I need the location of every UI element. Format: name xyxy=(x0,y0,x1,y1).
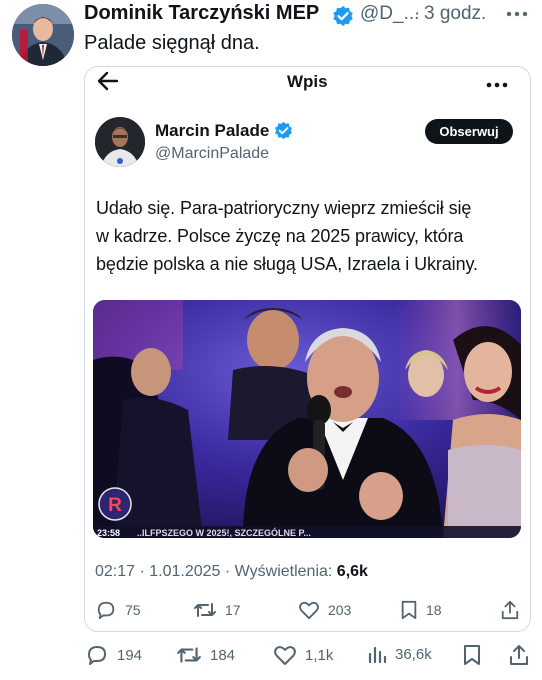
outer-timestamp[interactable]: 3 godz. xyxy=(424,3,486,25)
outer-author-handle[interactable]: @D_... xyxy=(360,3,419,25)
embed-post-meta: 02:17 · 1.01.2025 · Wyświetlenia: 6,6k xyxy=(95,563,368,581)
embed-reply-button[interactable]: 75 xyxy=(95,600,141,620)
embed-repost-button[interactable]: 17 xyxy=(193,600,241,620)
repost-count: 17 xyxy=(225,602,241,618)
views-count: 36,6k xyxy=(395,645,432,663)
share-button[interactable] xyxy=(508,644,530,666)
like-count: 1,1k xyxy=(305,646,334,664)
follow-button[interactable]: Obserwuj xyxy=(425,119,513,144)
embed-like-button[interactable]: 203 xyxy=(298,600,351,620)
embed-bookmark-button[interactable]: 18 xyxy=(400,600,442,620)
embed-text-line: będzie polska a nie sługą USA, Izraela i… xyxy=(96,254,478,274)
embed-header-title: Wpis xyxy=(287,72,328,91)
repost-count: 184 xyxy=(210,646,236,664)
back-arrow-icon[interactable] xyxy=(96,70,120,97)
embed-author-avatar[interactable] xyxy=(95,117,145,167)
outer-author-avatar[interactable] xyxy=(12,4,74,66)
like-icon xyxy=(274,646,296,665)
outer-tweet-text: Palade sięgnął dna. xyxy=(84,32,260,54)
views-label: Wyświetlenia: xyxy=(234,563,333,580)
verified-badge-icon xyxy=(332,5,354,32)
reply-button[interactable]: 194 xyxy=(85,644,142,666)
clock-text: 23:58 xyxy=(97,528,120,538)
like-button[interactable]: 1,1k xyxy=(273,644,333,666)
share-icon xyxy=(501,600,519,620)
ticker-text: ..ILFPSZEGO W 2025!, SZCZEGÓLNE P... xyxy=(137,527,311,538)
verified-badge-icon xyxy=(274,121,293,145)
repost-button[interactable]: 184 xyxy=(176,644,235,666)
bookmark-button[interactable] xyxy=(462,644,482,666)
reply-icon xyxy=(97,601,115,620)
embed-more-icon[interactable] xyxy=(486,76,508,94)
separator-dot: · xyxy=(414,3,421,24)
embed-datetime[interactable]: 02:17 · 1.01.2025 · xyxy=(95,563,230,580)
outer-author-name[interactable]: Dominik Tarczyński MEP xyxy=(84,2,319,25)
repost-icon xyxy=(194,603,216,617)
reply-icon xyxy=(88,646,106,665)
bookmark-count: 18 xyxy=(426,602,442,618)
reply-count: 75 xyxy=(125,602,141,618)
like-count: 203 xyxy=(328,602,352,618)
bookmark-icon xyxy=(464,645,480,665)
views-button[interactable]: 36,6k xyxy=(367,644,432,664)
like-icon xyxy=(299,601,319,620)
reply-count: 194 xyxy=(117,646,143,664)
embed-share-button[interactable] xyxy=(500,600,520,620)
stage-photo: R 23:58 ..ILFPSZEGO W 2025!, SZCZEGÓLNE … xyxy=(93,300,521,538)
repost-icon xyxy=(177,647,201,663)
channel-logo-text: R xyxy=(108,495,122,516)
embed-video-still[interactable]: R 23:58 ..ILFPSZEGO W 2025!, SZCZEGÓLNE … xyxy=(93,300,521,538)
more-icon[interactable] xyxy=(506,6,528,24)
bookmark-icon xyxy=(401,600,417,620)
embed-author-name[interactable]: Marcin Palade xyxy=(155,121,269,141)
views-value: 6,6k xyxy=(336,563,368,580)
embed-text-line: w kadrze. Polsce życzę na 2025 prawicy, … xyxy=(96,226,464,246)
views-icon xyxy=(368,646,387,664)
share-icon xyxy=(510,645,528,665)
embed-post-text: Udało się. Para-patrioryczny wieprz zmie… xyxy=(96,194,526,278)
embed-text-line: Udało się. Para-patrioryczny wieprz zmie… xyxy=(96,198,472,218)
embed-author-handle[interactable]: @MarcinPalade xyxy=(155,145,269,163)
